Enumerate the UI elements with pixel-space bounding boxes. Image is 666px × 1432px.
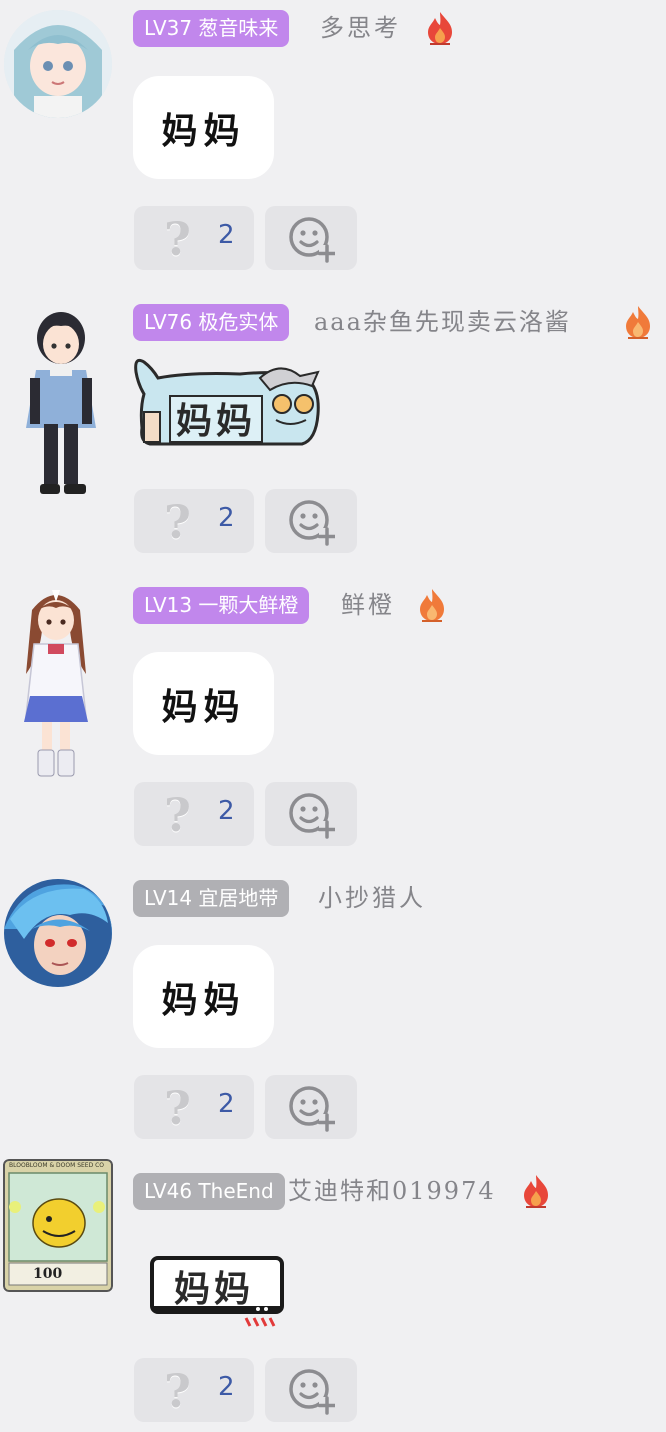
question-mark-icon: ?	[164, 788, 191, 842]
add-emoji-icon	[289, 1369, 335, 1415]
question-reaction-button[interactable]: ? 2	[134, 1075, 254, 1139]
avatar[interactable]: BLOOBLOOM & DOOM SEED CO 100	[3, 1159, 113, 1292]
level-badge[interactable]: LV76 极危实体	[133, 304, 290, 341]
level-badge[interactable]: LV46 TheEnd	[133, 1173, 285, 1210]
reaction-count: 2	[218, 1372, 235, 1402]
avatar[interactable]	[12, 584, 100, 780]
question-mark-icon: ?	[164, 1364, 191, 1418]
add-emoji-icon	[289, 500, 335, 546]
question-reaction-button[interactable]: ? 2	[134, 1358, 254, 1422]
question-mark-icon: ?	[164, 212, 191, 266]
username[interactable]: 小抄猎人	[318, 880, 426, 917]
avatar[interactable]	[4, 879, 112, 987]
question-reaction-button[interactable]: ? 2	[134, 489, 254, 553]
reaction-count: 2	[218, 796, 235, 826]
question-mark-icon: ?	[164, 495, 191, 549]
flame-icon	[416, 587, 448, 627]
reaction-count: 2	[218, 503, 235, 533]
flame-icon	[424, 10, 456, 50]
question-reaction-button[interactable]: ? 2	[134, 782, 254, 846]
add-reaction-button[interactable]	[265, 489, 357, 553]
add-emoji-icon	[289, 217, 335, 263]
sticker-text: 妈妈	[176, 400, 257, 442]
level-badge[interactable]: LV14 宜居地带	[133, 880, 290, 917]
avatar[interactable]	[4, 10, 112, 118]
question-mark-icon: ?	[164, 1081, 191, 1135]
boxed-sticker[interactable]: 妈妈	[150, 1256, 286, 1330]
cat-sticker[interactable]: 妈妈	[130, 348, 324, 452]
message-bubble[interactable]: 妈妈	[133, 76, 274, 179]
username[interactable]: 鲜橙	[341, 587, 395, 624]
add-reaction-button[interactable]	[265, 206, 357, 270]
add-reaction-button[interactable]	[265, 782, 357, 846]
add-emoji-icon	[289, 793, 335, 839]
message-bubble[interactable]: 妈妈	[133, 652, 274, 755]
card-caption: BLOOBLOOM & DOOM SEED CO	[9, 1162, 105, 1169]
reaction-count: 2	[218, 220, 235, 250]
username[interactable]: 多思考	[320, 10, 401, 47]
chat-thread: LV37 葱音味来 多思考 妈妈 ? 2 LV76 极危实体 aaa杂鱼先现卖云…	[0, 0, 666, 1432]
add-emoji-icon	[289, 1086, 335, 1132]
add-reaction-button[interactable]	[265, 1358, 357, 1422]
card-value: 100	[33, 1266, 63, 1282]
flame-icon	[622, 304, 654, 344]
reaction-count: 2	[218, 1089, 235, 1119]
message-bubble[interactable]: 妈妈	[133, 945, 274, 1048]
level-badge[interactable]: LV37 葱音味来	[133, 10, 290, 47]
question-reaction-button[interactable]: ? 2	[134, 206, 254, 270]
add-reaction-button[interactable]	[265, 1075, 357, 1139]
username[interactable]: aaa杂鱼先现卖云洛酱	[314, 304, 571, 341]
sticker-text: 妈妈	[174, 1268, 255, 1310]
username[interactable]: 艾迪特和019974	[288, 1173, 496, 1210]
avatar[interactable]	[20, 308, 102, 498]
level-badge[interactable]: LV13 一颗大鲜橙	[133, 587, 310, 624]
flame-icon	[520, 1173, 552, 1213]
